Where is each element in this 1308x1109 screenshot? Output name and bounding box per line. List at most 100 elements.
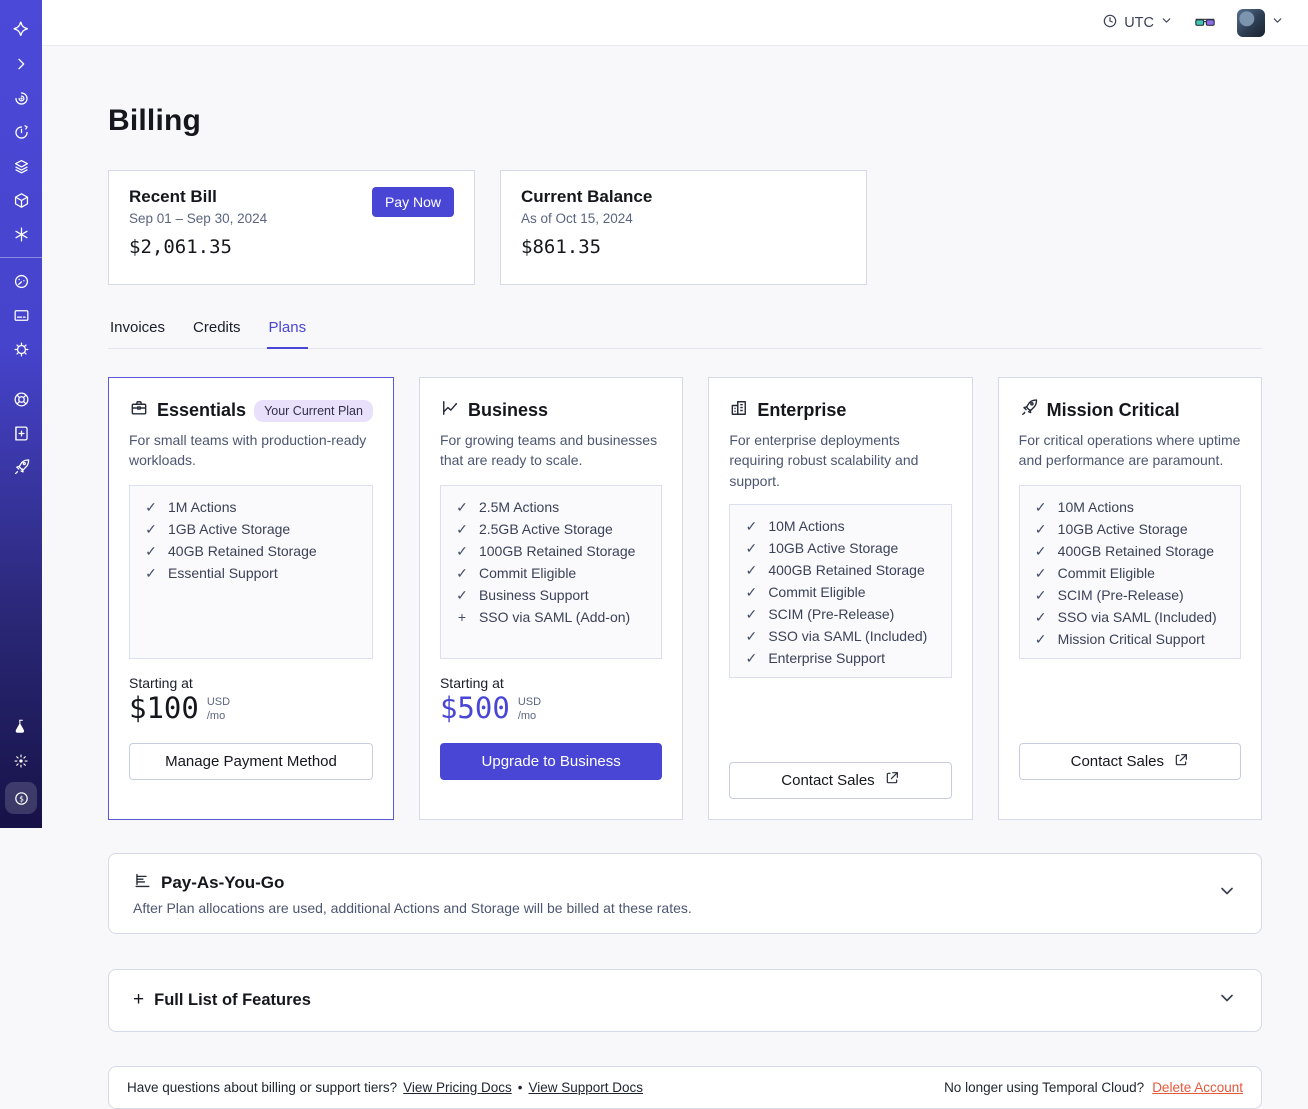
feature-list: ✓ 10M Actions ✓ 10GB Active Storage ✓ 400GB… bbox=[1018, 485, 1241, 659]
feature-text: SCIM (Pre-Release) bbox=[1057, 587, 1184, 603]
chevron-down-icon[interactable] bbox=[1217, 988, 1237, 1013]
feature-text: 10M Actions bbox=[768, 517, 845, 534]
check-icon: ✓ bbox=[1034, 521, 1047, 537]
contact-sales-button[interactable]: Contact Sales bbox=[729, 761, 952, 799]
check-icon: ✓ bbox=[1034, 565, 1047, 581]
plan-description: For growing teams and businesses that ar… bbox=[439, 432, 658, 469]
plan-description: For critical operations where uptime and… bbox=[1018, 432, 1241, 469]
check-icon: ✓ bbox=[456, 521, 468, 537]
rocket-icon[interactable] bbox=[0, 450, 42, 484]
payg-title: Pay-As-You-Go bbox=[161, 872, 285, 892]
check-icon: ✓ bbox=[1034, 609, 1047, 625]
check-icon: ✓ bbox=[1034, 543, 1047, 559]
price-block: Starting at $500 USD/mo bbox=[440, 675, 662, 731]
feature-item: ✓ 10M Actions bbox=[1034, 499, 1226, 521]
feature-text: 10GB Active Storage bbox=[768, 539, 899, 556]
cube-icon[interactable] bbox=[0, 183, 42, 217]
check-icon: ✓ bbox=[1034, 631, 1047, 647]
pay-now-button[interactable]: Pay Now bbox=[371, 187, 454, 217]
timezone-selector[interactable]: UTC bbox=[1102, 13, 1173, 33]
chevron-down-icon[interactable] bbox=[1217, 881, 1237, 906]
expand-chevron-icon[interactable] bbox=[0, 47, 42, 81]
current-balance-asof: As of Oct 15, 2024 bbox=[521, 211, 633, 226]
feature-text: Commit Eligible bbox=[478, 565, 577, 581]
temporal-logo-icon[interactable] bbox=[0, 13, 42, 47]
full-features-title: Full List of Features bbox=[154, 990, 311, 1009]
tab-invoices[interactable]: Invoices bbox=[108, 313, 167, 349]
feature-item: ✓ Enterprise Support bbox=[744, 650, 936, 672]
flask-icon[interactable] bbox=[0, 710, 42, 744]
support-docs-link[interactable]: View Support Docs bbox=[528, 1080, 643, 1095]
feature-text: 40GB Retained Storage bbox=[168, 543, 317, 559]
contact-sales-button[interactable]: Contact Sales bbox=[1018, 743, 1241, 780]
feature-item: ✓ Essential Support bbox=[144, 565, 358, 587]
asterisk-icon[interactable] bbox=[0, 217, 42, 251]
plan-description: For small teams with production-ready wo… bbox=[129, 432, 367, 469]
feature-list: ✓ 2.5M Actions ✓ 2.5GB Active Storage ✓ 100… bbox=[439, 485, 663, 659]
spiral-icon[interactable] bbox=[0, 81, 42, 115]
external-link-icon bbox=[1173, 752, 1189, 772]
feature-text: SSO via SAML (Included) bbox=[768, 627, 928, 644]
life-ring-icon[interactable] bbox=[0, 382, 42, 416]
plan-card-essentials: Essentials Your Current Plan For small t… bbox=[108, 377, 394, 820]
sun-theme-icon[interactable] bbox=[0, 744, 42, 778]
feature-text: 2.5GB Active Storage bbox=[478, 521, 613, 537]
timer-icon[interactable] bbox=[0, 115, 42, 149]
plan-card-business: Business For growing teams and businesse… bbox=[418, 377, 684, 820]
sidebar: $ bbox=[0, 0, 42, 828]
account-menu[interactable] bbox=[1237, 8, 1284, 37]
price-spacer bbox=[1019, 675, 1241, 731]
check-icon: ✓ bbox=[145, 565, 157, 581]
check-icon: ✓ bbox=[745, 517, 758, 534]
contact-sales-label: Contact Sales bbox=[1070, 753, 1165, 770]
gauge-icon[interactable] bbox=[0, 264, 42, 298]
price-block: Starting at $100 USD/mo bbox=[129, 675, 373, 731]
plan-title: Mission Critical bbox=[1046, 400, 1180, 420]
current-balance-amount: $861.35 bbox=[521, 236, 602, 258]
layers-icon[interactable] bbox=[0, 149, 42, 183]
feature-text: 2.5M Actions bbox=[478, 499, 560, 515]
feature-item: ✓ 400GB Retained Storage bbox=[744, 562, 936, 584]
feature-text: SCIM (Pre-Release) bbox=[768, 605, 895, 622]
feature-text: Enterprise Support bbox=[768, 649, 886, 666]
price-currency: USD bbox=[206, 696, 231, 708]
feature-text: 1M Actions bbox=[168, 499, 237, 515]
feature-text: SSO via SAML (Included) bbox=[1057, 609, 1217, 625]
payg-accordion[interactable]: Pay-As-You-Go After Plan allocations are… bbox=[108, 852, 1262, 934]
pricing-docs-link[interactable]: View Pricing Docs bbox=[403, 1080, 512, 1095]
glasses-icon[interactable] bbox=[1193, 12, 1217, 34]
recent-bill-card: Recent Bill Sep 01 – Sep 30, 2024 Pay No… bbox=[108, 170, 475, 285]
feature-text: SSO via SAML (Add-on) bbox=[478, 609, 631, 625]
check-icon: ✓ bbox=[1034, 587, 1047, 603]
check-icon: ✓ bbox=[456, 543, 468, 559]
tab-credits[interactable]: Credits bbox=[191, 313, 243, 349]
current-plan-badge: Your Current Plan bbox=[254, 399, 373, 422]
feature-item: ✓ Commit Eligible bbox=[455, 565, 647, 587]
footer-question: Have questions about billing or support … bbox=[127, 1079, 398, 1095]
footer-separator: • bbox=[517, 1079, 523, 1095]
current-balance-title: Current Balance bbox=[521, 187, 653, 206]
check-icon: ✓ bbox=[745, 605, 758, 622]
manage-payment-button[interactable]: Manage Payment Method bbox=[129, 743, 373, 780]
docs-book-icon[interactable] bbox=[0, 416, 42, 450]
gear-icon[interactable] bbox=[0, 332, 42, 366]
svg-text:$: $ bbox=[19, 794, 24, 803]
credit-card-icon[interactable] bbox=[0, 298, 42, 332]
line-chart-icon bbox=[440, 398, 460, 423]
delete-account-link[interactable]: Delete Account bbox=[1152, 1080, 1243, 1095]
price-period: /mo bbox=[517, 709, 537, 722]
plus-icon: + bbox=[133, 989, 145, 1011]
feature-text: 400GB Retained Storage bbox=[1057, 543, 1215, 559]
feature-item: ✓ 1M Actions bbox=[144, 499, 358, 521]
feature-item: + SSO via SAML (Add-on) bbox=[455, 609, 647, 631]
tab-plans[interactable]: Plans bbox=[266, 313, 309, 349]
feature-text: 100GB Retained Storage bbox=[478, 543, 636, 559]
check-icon: ✓ bbox=[145, 521, 157, 537]
upgrade-button[interactable]: Upgrade to Business bbox=[439, 743, 663, 780]
check-icon: ✓ bbox=[1034, 499, 1047, 515]
feature-text: 10GB Active Storage bbox=[1057, 521, 1188, 537]
full-features-accordion[interactable]: + Full List of Features bbox=[108, 968, 1262, 1032]
check-icon: ✓ bbox=[456, 587, 468, 603]
billing-dollar-icon[interactable]: $ bbox=[5, 782, 37, 814]
chevron-down-icon bbox=[1160, 14, 1173, 31]
